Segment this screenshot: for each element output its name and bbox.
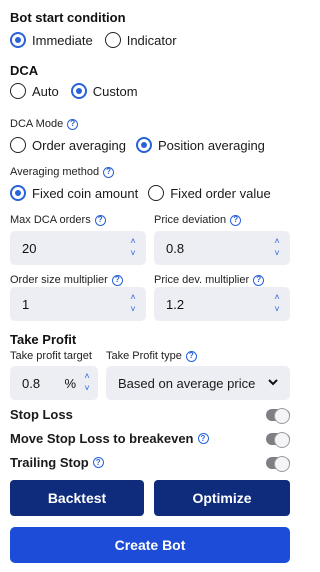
radio-position-averaging-indicator[interactable]: [135, 137, 152, 153]
stop-loss-row: Stop Loss: [10, 407, 290, 424]
order-size-multiplier-label: Order size multiplier ?: [10, 274, 123, 286]
radio-indicator-label: Indicator: [126, 32, 177, 48]
radio-fixed-order-value-label: Fixed order value: [170, 185, 271, 201]
radio-custom-label: Custom: [92, 83, 138, 99]
take-profit-target-input[interactable]: 0.8 % ˄ ˅: [10, 366, 98, 400]
trailing-stop-label-text: Trailing Stop: [10, 455, 89, 470]
stop-loss-toggle[interactable]: [266, 407, 290, 424]
bot-start-radio-group: Immediate Indicator: [10, 32, 177, 48]
dca-title: DCA: [10, 63, 39, 78]
dca-radio-group: Auto Custom: [10, 83, 138, 99]
radio-immediate-label: Immediate: [32, 32, 93, 48]
take-profit-type-label: Take Profit type ?: [106, 350, 197, 362]
help-icon[interactable]: ?: [94, 214, 106, 226]
trailing-stop-row: Trailing Stop ?: [10, 455, 290, 472]
price-dev-multiplier-value[interactable]: 1.2: [154, 297, 270, 312]
chevron-up-icon[interactable]: ˄: [130, 292, 135, 304]
price-deviation-label-text: Price deviation: [154, 214, 227, 226]
move-stop-loss-toggle[interactable]: [266, 431, 290, 448]
radio-fixed-order-value[interactable]: Fixed order value: [148, 185, 271, 201]
backtest-button[interactable]: Backtest: [10, 480, 144, 516]
help-icon[interactable]: ?: [185, 350, 197, 362]
radio-fixed-coin-amount-label: Fixed coin amount: [32, 185, 139, 201]
create-bot-button[interactable]: Create Bot: [10, 527, 290, 563]
chevron-down-icon[interactable]: ˅: [84, 383, 89, 395]
help-icon[interactable]: ?: [103, 166, 115, 178]
radio-auto[interactable]: Auto: [10, 83, 59, 99]
trailing-stop-toggle[interactable]: [266, 455, 290, 472]
help-icon[interactable]: ?: [111, 274, 123, 286]
bot-start-title: Bot start condition: [10, 10, 126, 25]
move-stop-loss-label: Move Stop Loss to breakeven ?: [10, 431, 209, 446]
radio-order-averaging-indicator[interactable]: [10, 137, 26, 153]
price-dev-multiplier-label: Price dev. multiplier ?: [154, 274, 265, 286]
price-dev-multiplier-stepper[interactable]: ˄ ˅: [270, 292, 284, 316]
price-dev-multiplier-input[interactable]: 1.2 ˄ ˅: [154, 287, 290, 321]
radio-fixed-coin-amount[interactable]: Fixed coin amount: [10, 185, 138, 201]
help-icon[interactable]: ?: [253, 274, 265, 286]
radio-order-averaging[interactable]: Order averaging: [10, 137, 126, 153]
price-deviation-input[interactable]: 0.8 ˄ ˅: [154, 231, 290, 265]
radio-auto-indicator[interactable]: [10, 83, 26, 99]
chevron-down-icon[interactable]: ˅: [274, 304, 279, 316]
move-stop-loss-row: Move Stop Loss to breakeven ?: [10, 431, 290, 448]
averaging-method-label: Averaging method ?: [10, 166, 115, 178]
move-stop-loss-label-text: Move Stop Loss to breakeven: [10, 431, 194, 446]
order-size-multiplier-input[interactable]: 1 ˄ ˅: [10, 287, 146, 321]
optimize-button[interactable]: Optimize: [154, 480, 290, 516]
max-dca-orders-input[interactable]: 20 ˄ ˅: [10, 231, 146, 265]
help-icon[interactable]: ?: [92, 457, 104, 468]
radio-indicator[interactable]: Indicator: [104, 32, 177, 48]
take-profit-target-stepper[interactable]: ˄ ˅: [80, 371, 94, 395]
take-profit-type-label-text: Take Profit type: [106, 350, 182, 362]
price-dev-multiplier-label-text: Price dev. multiplier: [154, 274, 250, 286]
radio-custom[interactable]: Custom: [70, 83, 138, 99]
help-icon[interactable]: ?: [230, 214, 242, 226]
chevron-down-icon[interactable]: ˅: [274, 248, 279, 260]
radio-fixed-order-value-indicator[interactable]: [148, 185, 165, 201]
stop-loss-label: Stop Loss: [10, 407, 73, 422]
help-icon[interactable]: ?: [197, 433, 209, 444]
max-dca-orders-value[interactable]: 20: [10, 241, 126, 256]
radio-order-averaging-label: Order averaging: [32, 137, 126, 153]
order-size-multiplier-stepper[interactable]: ˄ ˅: [126, 292, 140, 316]
order-size-multiplier-value[interactable]: 1: [10, 297, 126, 312]
chevron-up-icon[interactable]: ˄: [274, 236, 279, 248]
averaging-method-radio-group: Fixed coin amount Fixed order value: [10, 185, 271, 201]
take-profit-type-value[interactable]: Based on average price: [118, 376, 255, 391]
chevron-down-icon[interactable]: [268, 377, 278, 387]
price-deviation-stepper[interactable]: ˄ ˅: [270, 236, 284, 260]
order-size-multiplier-label-text: Order size multiplier: [10, 274, 108, 286]
help-icon[interactable]: ?: [67, 118, 79, 130]
radio-immediate-indicator[interactable]: [10, 32, 26, 48]
radio-fixed-coin-amount-indicator[interactable]: [10, 185, 26, 201]
radio-immediate[interactable]: Immediate: [10, 32, 93, 48]
dca-mode-label-text: DCA Mode: [10, 118, 64, 130]
take-profit-type-select[interactable]: Based on average price: [106, 366, 290, 400]
radio-position-averaging[interactable]: Position averaging: [135, 137, 265, 153]
dca-mode-radio-group: Order averaging Position averaging: [10, 137, 265, 153]
radio-indicator-indicator[interactable]: [104, 32, 121, 48]
chevron-up-icon[interactable]: ˄: [84, 371, 89, 383]
max-dca-orders-label: Max DCA orders ?: [10, 214, 106, 226]
chevron-down-icon[interactable]: ˅: [130, 304, 135, 316]
chevron-up-icon[interactable]: ˄: [130, 236, 135, 248]
take-profit-target-value[interactable]: 0.8: [10, 376, 64, 391]
chevron-up-icon[interactable]: ˄: [274, 292, 279, 304]
chevron-down-icon[interactable]: ˅: [130, 248, 135, 260]
dca-mode-label: DCA Mode ?: [10, 118, 79, 130]
radio-auto-label: Auto: [32, 83, 59, 99]
take-profit-title: Take Profit: [10, 332, 77, 347]
radio-custom-indicator[interactable]: [70, 83, 87, 99]
price-deviation-value[interactable]: 0.8: [154, 241, 270, 256]
trailing-stop-label: Trailing Stop ?: [10, 455, 104, 470]
take-profit-target-label: Take profit target: [10, 350, 92, 362]
max-dca-orders-stepper[interactable]: ˄ ˅: [126, 236, 140, 260]
price-deviation-label: Price deviation ?: [154, 214, 242, 226]
radio-position-averaging-label: Position averaging: [157, 137, 265, 153]
take-profit-unit: %: [64, 375, 76, 391]
averaging-method-label-text: Averaging method: [10, 166, 100, 178]
max-dca-orders-label-text: Max DCA orders: [10, 214, 91, 226]
